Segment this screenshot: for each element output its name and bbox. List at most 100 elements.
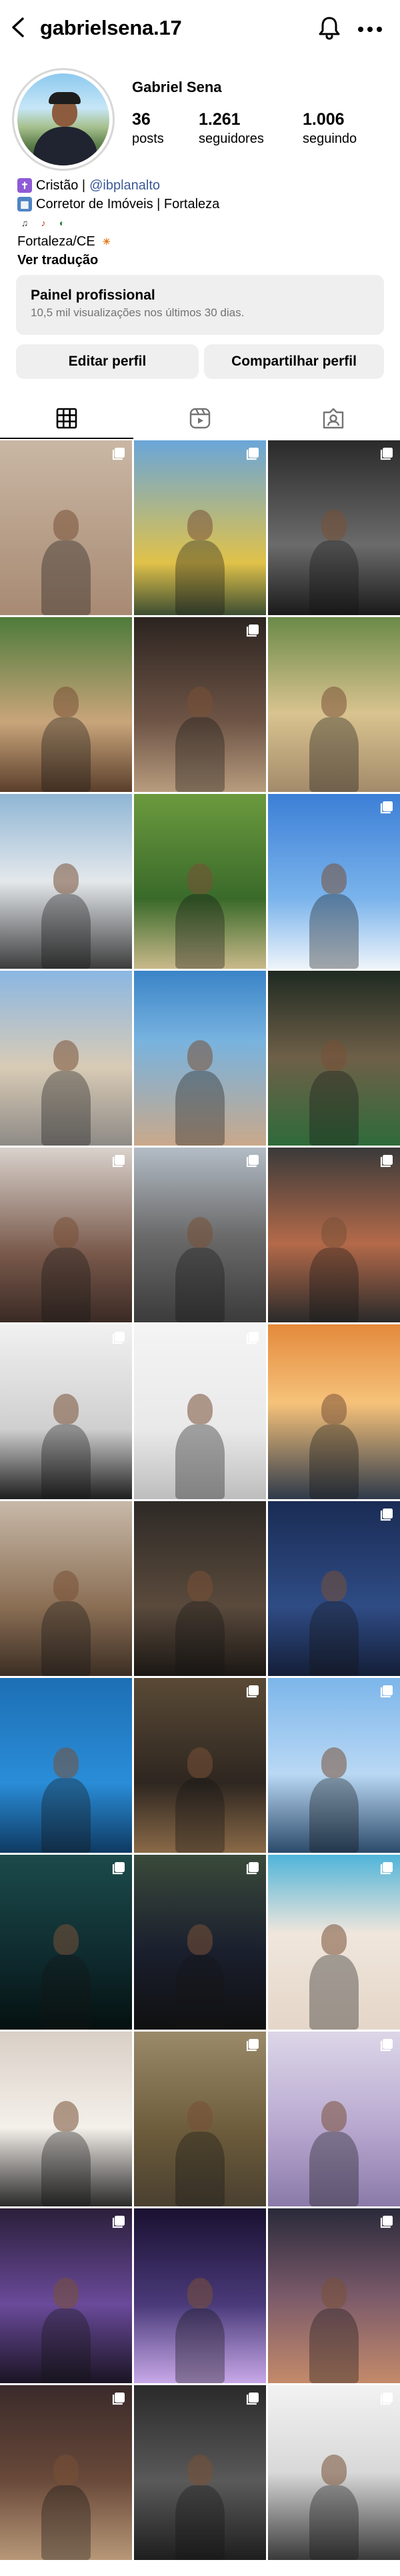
carousel-icon xyxy=(112,1862,125,1875)
post-thumbnail[interactable] xyxy=(134,617,266,792)
following-stat[interactable]: 1.006 seguindo xyxy=(303,109,357,148)
posts-stat[interactable]: 36 posts xyxy=(132,109,164,148)
carousel-icon xyxy=(112,1332,125,1344)
post-thumbnail[interactable] xyxy=(134,1855,266,2030)
post-thumbnail[interactable] xyxy=(0,1324,132,1499)
post-thumbnail[interactable] xyxy=(0,1148,132,1322)
post-thumbnail[interactable] xyxy=(0,1855,132,2030)
post-thumbnail[interactable] xyxy=(0,2208,132,2383)
see-translation-link[interactable]: Ver tradução xyxy=(17,251,391,270)
carousel-icon xyxy=(246,1155,259,1168)
post-thumbnail[interactable] xyxy=(134,1324,266,1499)
post-thumbnail[interactable] xyxy=(134,2385,266,2560)
post-thumbnail[interactable] xyxy=(134,2032,266,2206)
carousel-icon xyxy=(112,2393,125,2405)
posts-grid-icon xyxy=(56,408,77,429)
guitar-emoji-icon: ♪ xyxy=(36,216,51,230)
following-label: seguindo xyxy=(303,131,357,146)
bell-icon[interactable] xyxy=(316,15,343,41)
volleyball-emoji-icon: ◐ xyxy=(55,216,69,230)
post-thumbnail[interactable] xyxy=(268,2208,400,2383)
top-bar: gabrielsena.17 xyxy=(0,0,400,64)
profile-avatar[interactable] xyxy=(12,68,115,171)
carousel-icon xyxy=(246,1332,259,1344)
tagged-icon xyxy=(323,408,344,429)
carousel-icon xyxy=(380,801,393,814)
profile-username: gabrielsena.17 xyxy=(40,16,182,39)
carousel-icon xyxy=(112,2216,125,2228)
reels-icon xyxy=(189,408,211,429)
tab-tagged[interactable] xyxy=(267,398,400,439)
posts-label: posts xyxy=(132,131,164,146)
post-thumbnail[interactable] xyxy=(268,440,400,615)
bio-profession-text: Corretor de Imóveis | Fortaleza xyxy=(36,197,220,211)
edit-profile-button[interactable]: Editar perfil xyxy=(16,344,199,379)
bio-line-location: Fortaleza/CE ☀ xyxy=(17,232,391,251)
beach-emoji-icon: ☀ xyxy=(99,234,114,249)
carousel-icon xyxy=(246,1685,259,1698)
carousel-icon xyxy=(380,1862,393,1875)
profile-full-name: Gabriel Sena xyxy=(132,79,222,95)
more-horizontal-icon[interactable] xyxy=(355,16,385,43)
followers-label: seguidores xyxy=(199,131,264,146)
post-thumbnail[interactable] xyxy=(268,1678,400,1853)
professional-dashboard-title: Painel profissional xyxy=(31,288,155,303)
followers-stat[interactable]: 1.261 seguidores xyxy=(199,109,264,148)
profile-bio: ✝ Cristão | @ibplanalto ▦ Corretor de Im… xyxy=(17,176,391,270)
carousel-icon xyxy=(246,2039,259,2052)
post-thumbnail[interactable] xyxy=(134,1678,266,1853)
post-thumbnail[interactable] xyxy=(268,1324,400,1499)
tab-posts-grid[interactable] xyxy=(0,398,133,439)
professional-dashboard[interactable]: Painel profissional 10,5 mil visualizaçõ… xyxy=(16,275,384,335)
carousel-icon xyxy=(112,448,125,460)
post-thumbnail[interactable] xyxy=(268,971,400,1146)
post-thumbnail[interactable] xyxy=(0,2385,132,2560)
post-thumbnail[interactable] xyxy=(134,794,266,969)
post-thumbnail[interactable] xyxy=(0,971,132,1146)
post-thumbnail[interactable] xyxy=(268,617,400,792)
post-thumbnail[interactable] xyxy=(0,2032,132,2206)
post-thumbnail[interactable] xyxy=(134,2208,266,2383)
carousel-icon xyxy=(246,2393,259,2405)
church-mention-link[interactable]: @ibplanalto xyxy=(89,176,160,195)
carousel-icon xyxy=(112,1155,125,1168)
post-thumbnail[interactable] xyxy=(0,617,132,792)
post-thumbnail[interactable] xyxy=(268,1148,400,1322)
carousel-icon xyxy=(246,624,259,637)
following-count: 1.006 xyxy=(303,110,345,129)
posts-count: 36 xyxy=(132,110,151,129)
avatar-photo xyxy=(17,73,109,165)
post-thumbnail[interactable] xyxy=(268,2032,400,2206)
post-thumbnail[interactable] xyxy=(134,1148,266,1322)
post-thumbnail[interactable] xyxy=(268,1501,400,1676)
post-thumbnail[interactable] xyxy=(0,1678,132,1853)
post-thumbnail[interactable] xyxy=(0,440,132,615)
post-thumbnail[interactable] xyxy=(0,794,132,969)
carousel-icon xyxy=(380,448,393,460)
carousel-icon xyxy=(380,2393,393,2405)
carousel-icon xyxy=(380,1509,393,1521)
chevron-left-icon[interactable] xyxy=(7,16,29,39)
bio-line-hobbies: ♫ ♪ ◐ xyxy=(17,213,391,232)
cross-emoji-icon: ✝ xyxy=(17,178,32,193)
post-thumbnail[interactable] xyxy=(268,2385,400,2560)
carousel-icon xyxy=(380,2039,393,2052)
share-profile-button[interactable]: Compartilhar perfil xyxy=(204,344,384,379)
tab-reels[interactable] xyxy=(133,398,267,439)
post-thumbnail[interactable] xyxy=(134,440,266,615)
bio-line-faith: ✝ Cristão | @ibplanalto xyxy=(17,176,391,195)
bio-faith-text: Cristão | xyxy=(36,178,86,193)
post-thumbnail[interactable] xyxy=(268,1855,400,2030)
post-thumbnail[interactable] xyxy=(134,971,266,1146)
post-thumbnail[interactable] xyxy=(134,1501,266,1676)
building-emoji-icon: ▦ xyxy=(17,197,32,211)
post-thumbnail[interactable] xyxy=(268,794,400,969)
bio-line-profession: ▦ Corretor de Imóveis | Fortaleza xyxy=(17,195,391,213)
carousel-icon xyxy=(246,448,259,460)
profile-stats: 36 posts 1.261 seguidores 1.006 seguindo xyxy=(132,109,392,152)
carousel-icon xyxy=(380,1685,393,1698)
profile-tabs xyxy=(0,398,400,439)
bio-location-text: Fortaleza/CE xyxy=(17,234,95,249)
carousel-icon xyxy=(380,2216,393,2228)
post-thumbnail[interactable] xyxy=(0,1501,132,1676)
